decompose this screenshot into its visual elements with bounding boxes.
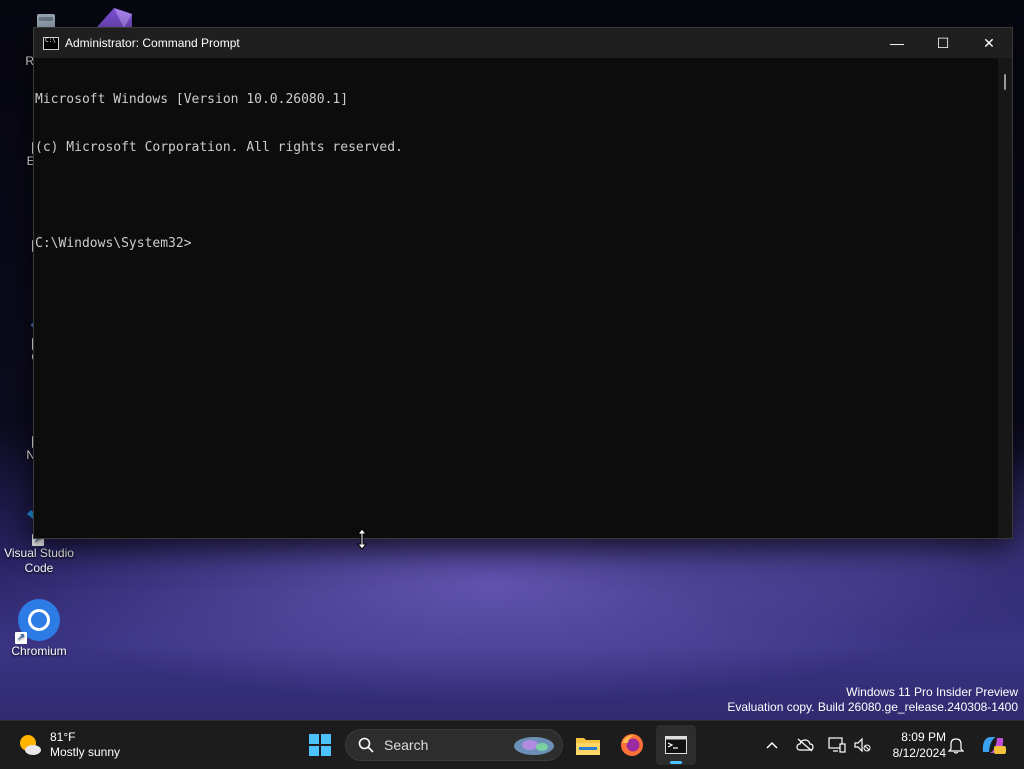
watermark-edition: Windows 11 Pro Insider Preview [846,685,1018,699]
resize-cursor-icon [356,528,368,550]
notifications-button[interactable] [944,729,968,761]
taskbar-firefox[interactable] [612,725,652,765]
cmd-icon [43,36,59,50]
desktop-icon-label: Visual Studio Code [4,546,74,575]
chromium-icon: ↗ [15,598,61,644]
partly-sunny-icon [18,733,42,757]
active-app-indicator [670,761,682,764]
clock-date: 8/12/2024 [892,746,946,760]
onedrive-offline-icon [796,738,814,752]
search-highlight-icon [512,734,556,756]
search-placeholder: Search [384,737,429,753]
shortcut-arrow-icon: ↗ [15,632,27,644]
console-line: Microsoft Windows [Version 10.0.26080.1] [35,92,349,107]
bell-icon [948,738,964,754]
taskbar-clock[interactable]: 8:09 PM 8/12/2024 [876,729,946,761]
search-icon [358,737,374,753]
weather-widget[interactable]: 81°F Mostly sunny [18,730,120,760]
window-title: Administrator: Command Prompt [65,36,240,50]
chevron-up-icon [766,741,778,749]
desktop-icon-chromium[interactable]: ↗ Chromium [0,598,78,659]
console-prompt: C:\Windows\System32> [35,236,192,251]
minimize-button[interactable]: — [874,28,920,58]
watermark-build: Evaluation copy. Build 26080.ge_release.… [727,700,1018,714]
taskbar-search-box[interactable]: Search [345,729,563,761]
maximize-button[interactable]: ☐ [920,28,966,58]
visual-studio-icon [92,6,142,28]
console-line: (c) Microsoft Corporation. All rights re… [35,140,403,155]
console-output[interactable]: Microsoft Windows [Version 10.0.26080.1]… [34,58,998,538]
volume-status[interactable] [850,729,874,761]
terminal-icon [665,736,687,754]
clock-time: 8:09 PM [901,730,946,744]
close-button[interactable]: ✕ [966,28,1012,58]
scrollbar-thumb[interactable] [1004,74,1006,90]
windows-logo-icon [309,734,331,756]
volume-muted-icon [854,737,871,753]
taskbar-terminal[interactable] [656,725,696,765]
start-button[interactable] [300,725,340,765]
weather-condition: Mostly sunny [50,745,121,759]
onedrive-status[interactable] [793,729,817,761]
window-titlebar[interactable]: Administrator: Command Prompt — ☐ ✕ [34,28,1012,58]
command-prompt-window[interactable]: Administrator: Command Prompt — ☐ ✕ Micr… [33,27,1013,539]
desktop-icon-label: Chromium [11,644,67,658]
taskbar: 81°F Mostly sunny Search 8:09 PM 8/12/20… [0,720,1024,769]
vertical-scrollbar[interactable] [998,58,1012,538]
display-icon [828,737,846,753]
firefox-icon [621,734,643,756]
show-hidden-icons-button[interactable] [760,729,784,761]
folder-icon [576,738,600,755]
taskbar-file-explorer[interactable] [568,725,608,765]
evaluation-watermark: Windows 11 Pro Insider Preview Evaluatio… [727,685,1018,715]
weather-temp: 81°F [50,730,76,744]
display-status[interactable] [825,729,849,761]
copilot-icon [982,737,1006,754]
copilot-button[interactable] [978,729,1008,761]
